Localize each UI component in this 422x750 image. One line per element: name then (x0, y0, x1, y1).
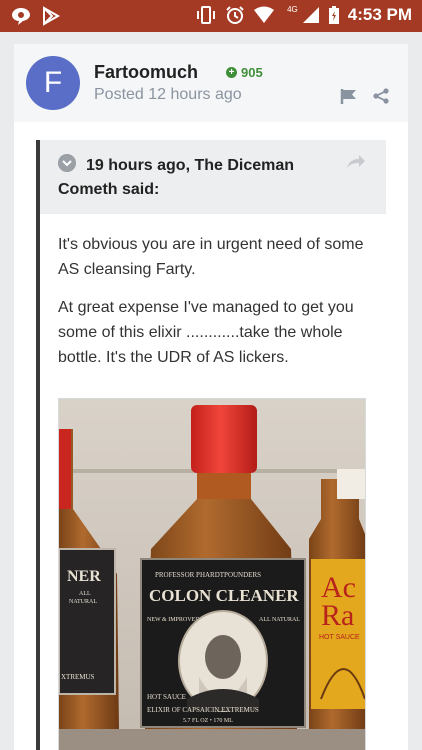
go-to-quote-icon[interactable] (346, 154, 366, 170)
right-bottle-text: HOT SAUCE (319, 634, 360, 641)
play-store-icon (43, 6, 60, 26)
center-bottle-text: ALL NATURAL (259, 617, 300, 623)
quote-body: It's obvious you are in urgent need of s… (58, 232, 370, 383)
post-time: Posted 12 hours ago (94, 86, 242, 103)
quote-header: 19 hours ago, The Diceman Cometh said: (40, 140, 386, 214)
quote-citation[interactable]: 19 hours ago, The Diceman Cometh said: (58, 154, 328, 202)
avatar-letter: F (43, 66, 63, 99)
flag-icon[interactable] (340, 88, 358, 104)
post-card: F Fartoomuch + 905 Posted 12 hours ago 1… (14, 44, 408, 750)
plus-icon: + (226, 67, 237, 78)
center-bottle-text: ELIXIR OF CAPSAICIN EXTREMUS (147, 706, 259, 714)
author-name[interactable]: Fartoomuch (94, 62, 198, 83)
center-bottle-text: PROFESSOR PHARDTPOUNDERS (155, 571, 261, 579)
left-bottle-text: XTREMUS (61, 673, 95, 681)
battery-icon (328, 6, 339, 24)
quoted-image[interactable]: NER ALL NATURAL XTREMUS Ac Ra HOT SAUCE (58, 398, 366, 750)
right-bottle-text: Ra (321, 599, 354, 632)
post-header: F Fartoomuch + 905 Posted 12 hours ago (14, 44, 408, 122)
left-bottle-text: ALL (79, 591, 91, 597)
reputation-count: 905 (241, 65, 263, 80)
center-bottle-text: COLON CLEANER (149, 586, 299, 605)
hot-sauce-photo: NER ALL NATURAL XTREMUS Ac Ra HOT SAUCE (59, 399, 365, 750)
network-type: 4G (287, 4, 298, 14)
center-bottle-text: HOT SAUCE (147, 693, 186, 701)
chat-notification-icon (12, 8, 30, 25)
clock: 4:53 PM (347, 5, 412, 24)
left-bottle-text: NER (67, 568, 101, 585)
status-bar: 4G 4:53 PM (0, 0, 422, 32)
vibrate-icon (197, 6, 216, 24)
center-bottle-text: NEW & IMPROVED (147, 617, 200, 623)
wifi-icon (254, 6, 275, 23)
signal-icon (302, 7, 319, 23)
quote-paragraph: At great expense I've managed to get you… (58, 299, 354, 366)
avatar[interactable]: F (26, 56, 80, 110)
share-icon[interactable] (372, 88, 390, 104)
left-bottle-text: NATURAL (69, 599, 97, 605)
quote-paragraph: It's obvious you are in urgent need of s… (58, 236, 364, 278)
alarm-icon (226, 6, 244, 24)
quote-block: 19 hours ago, The Diceman Cometh said: I… (36, 140, 386, 750)
reputation-badge: + 905 (226, 65, 263, 80)
center-bottle-text: 5.7 FL OZ • 170 ML (183, 718, 233, 724)
